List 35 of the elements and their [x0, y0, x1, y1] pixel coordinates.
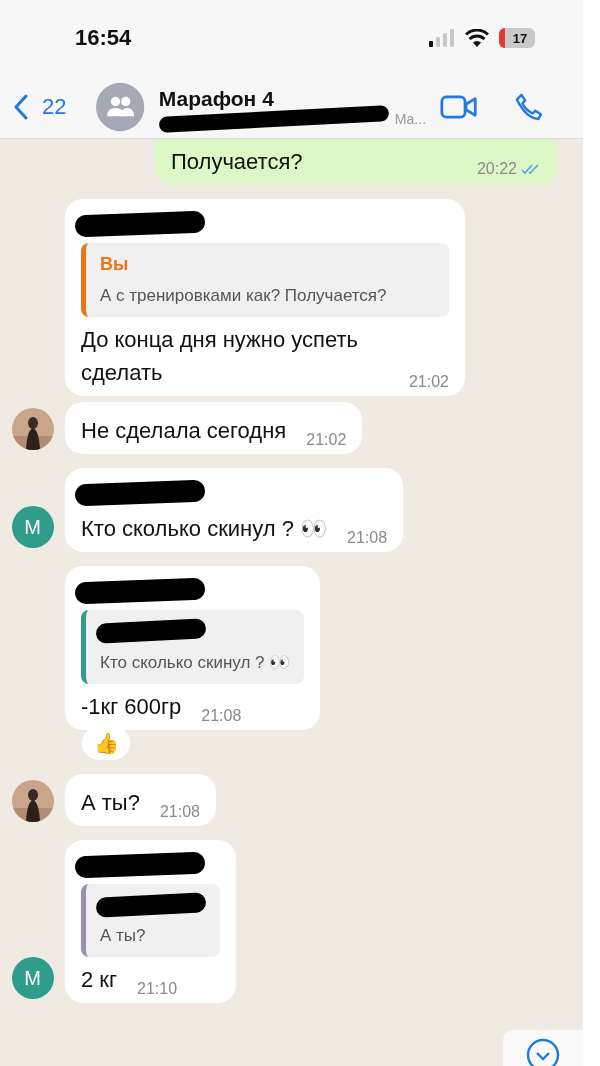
signal-icon: [429, 29, 455, 47]
message-text: -1кг 600гр: [81, 693, 182, 721]
quote-text: Кто сколько скинул ? 👀: [100, 652, 291, 673]
quoted-message[interactable]: А ты?: [81, 884, 220, 957]
message-time: 21:10: [137, 980, 178, 998]
message-time: 21:08: [201, 707, 242, 725]
message-text: До конца дня нужно успеть сделать: [81, 326, 360, 387]
message-text: А ты?: [81, 789, 140, 817]
message-time: 20:22: [476, 160, 517, 178]
quoted-message[interactable]: Вы А с тренировками как? Получается?: [81, 243, 449, 317]
message-text: Получается?: [171, 148, 304, 176]
quoted-message[interactable]: Кто сколько скинул ? 👀: [81, 610, 305, 684]
battery-icon: 17: [499, 28, 535, 48]
avatar[interactable]: M: [11, 506, 54, 548]
message-time: 21:08: [159, 803, 200, 821]
message-time: 21:08: [347, 529, 388, 547]
quote-author: Вы: [100, 254, 130, 275]
message-time: 21:02: [408, 373, 449, 391]
avatar[interactable]: M: [11, 957, 54, 999]
phone-icon[interactable]: [515, 92, 543, 122]
message-text: Кто сколько скинул ? 👀: [81, 515, 327, 543]
chat-subtitle: Ма...: [394, 111, 427, 127]
back-chevron-icon[interactable]: [14, 94, 28, 120]
group-avatar-icon[interactable]: [96, 81, 145, 133]
message-time: 21:02: [306, 431, 347, 449]
back-button[interactable]: 22: [14, 94, 67, 120]
message-text: 2 кг: [81, 966, 117, 994]
message-text: Не сделала сегодня: [81, 417, 287, 445]
quote-text: А ты?: [100, 926, 147, 946]
quote-text: А с тренировками как? Получается?: [100, 286, 388, 306]
status-time: 16:54: [75, 25, 132, 51]
wifi-icon: [465, 29, 489, 47]
chevron-down-icon[interactable]: [526, 1038, 560, 1066]
chat-title[interactable]: Марафон 4: [158, 87, 427, 111]
video-call-icon[interactable]: [440, 94, 478, 120]
